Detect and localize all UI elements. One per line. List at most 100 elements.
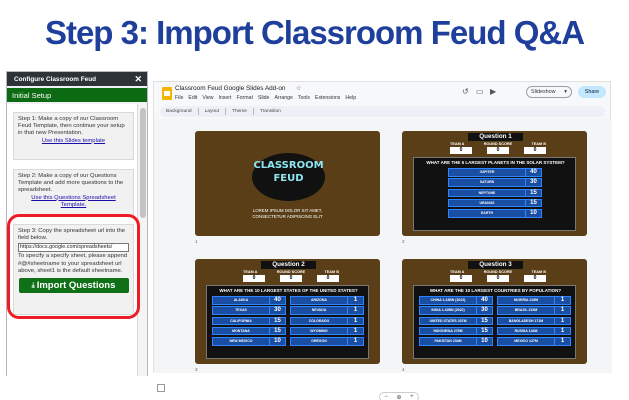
toolbar-layout[interactable]: Layout <box>205 109 219 114</box>
answer-points: 1 <box>554 307 570 314</box>
star-icon[interactable]: ☆ <box>296 85 301 92</box>
menu-arrange[interactable]: Arrange <box>274 95 292 101</box>
zoom-out-button[interactable]: − <box>384 394 388 400</box>
toolbar-background[interactable]: Background <box>166 109 192 114</box>
answer-points: 10 <box>476 338 492 345</box>
slide-thumbnail[interactable]: Question 3 TEAM A ROUND SCORE TEAM B 0 0… <box>402 259 587 364</box>
answer-text: BRAZIL 215M <box>514 308 538 313</box>
document-title[interactable]: Classroom Feud Google Slides Add-on <box>175 85 285 92</box>
toolbar-divider <box>252 108 254 115</box>
answer-points: 40 <box>525 169 541 176</box>
answer-text: INDIA 1.42BN (2022) <box>431 308 465 313</box>
question-banner: Question 2 <box>261 261 316 269</box>
answer-text: TEXAS <box>235 308 247 313</box>
history-icon[interactable]: ↺ <box>462 87 469 96</box>
spreadsheet-url-input[interactable]: https://docs.google.com/spreadsheets/ <box>18 243 129 253</box>
menu-extensions[interactable]: Extensions <box>315 95 340 101</box>
menu-insert[interactable]: Insert <box>218 95 231 101</box>
answer-text: INDONESIA 275M <box>433 328 463 333</box>
answer-row: EARTH 10 <box>448 209 542 218</box>
step3-card: Step 3: Copy the spreadsheet url into th… <box>13 224 134 315</box>
answer-points: 15 <box>525 199 541 207</box>
share-label: Share <box>584 89 600 95</box>
camera-icon[interactable]: ▶ <box>490 87 496 96</box>
team-labels: TEAM A ROUND SCORE TEAM B <box>243 270 339 274</box>
answer-points: 15 <box>476 317 492 325</box>
answer-text: EARTH <box>480 211 494 216</box>
answer-points: 40 <box>269 297 285 304</box>
sidebar-header: Configure Classroom Feud ✕ <box>7 72 147 86</box>
zoom-in-button[interactable]: + <box>410 394 414 400</box>
round-score-label: ROUND SCORE <box>483 270 513 274</box>
answer-points: 1 <box>347 297 363 304</box>
answer-text: JUPITER <box>479 170 495 174</box>
answer-text: BANGLADESH 171M <box>508 318 544 323</box>
sidebar-scrollbar[interactable] <box>137 104 147 376</box>
close-icon[interactable]: ✕ <box>134 74 142 84</box>
menu-format[interactable]: Format <box>236 95 252 101</box>
team-a-label: TEAM A <box>450 270 465 274</box>
zoom-icon: ⊕ <box>396 394 402 400</box>
answer-points: 1 <box>347 317 363 325</box>
answer-row: UNITED STATES 337M 15 <box>419 316 493 326</box>
title-line: CLASSROOM <box>253 160 324 171</box>
slide-number: 3 <box>195 367 198 372</box>
menu-edit[interactable]: Edit <box>188 95 197 101</box>
round-score-label: ROUND SCORE <box>276 270 306 274</box>
answer-text: SATURN <box>479 180 495 185</box>
menu-view[interactable]: View <box>202 95 213 101</box>
menu-slide[interactable]: Slide <box>258 95 270 101</box>
answer-row: OREGON 1 <box>290 337 364 346</box>
slides-logo-icon <box>162 87 172 100</box>
slide-thumbnail[interactable]: Question 1 TEAM A ROUND SCORE TEAM B 0 0… <box>402 131 587 236</box>
grid-view-icon[interactable] <box>157 384 165 392</box>
initial-setup-bar: Initial Setup <box>7 88 147 102</box>
question-board: WHAT ARE THE 5 LARGEST PLANETS IN THE SO… <box>413 157 576 231</box>
answer-column: ALASKA 40 TEXAS 30 CALIFORNIA 15 MONTANA 15 NEW … <box>212 296 286 347</box>
answer-row: CALIFORNIA 15 <box>212 316 286 326</box>
scrollbar-thumb[interactable] <box>140 108 146 218</box>
answer-row: JUPITER 40 <box>448 168 542 177</box>
question-banner: Question 1 <box>468 133 523 141</box>
step3-text: Step 3: Copy the spreadsheet url into th… <box>18 228 126 242</box>
menu-tools[interactable]: Tools <box>298 95 310 101</box>
title-line: FEUD <box>273 173 304 184</box>
step2-card: Step 2: Make a copy of our Questions Tem… <box>13 169 134 217</box>
import-questions-button[interactable]: ⤓ Import Questions <box>18 278 129 294</box>
answer-points: 10 <box>525 210 541 217</box>
slides-template-link[interactable]: Use this Slides template <box>18 138 129 145</box>
answer-text: URANUS <box>479 200 495 205</box>
score-boxes: 0 0 0 <box>450 147 546 154</box>
answer-text: PAKISTAN 234M <box>434 339 462 344</box>
answer-text: ARIZONA <box>311 298 327 302</box>
team-b-label: TEAM B <box>531 142 546 146</box>
answer-text: NIGERIA 216M <box>513 298 539 302</box>
answer-column: JUPITER 40 SATURN 30 NEPTUNE 15 URANUS 15 EARTH 1… <box>448 168 542 219</box>
comment-icon[interactable]: ▭ <box>476 87 484 96</box>
slide-thumbnail[interactable]: CLASSROOM FEUD LOREM IPSUM DOLOR SIT AME… <box>195 131 380 236</box>
round-score-label: ROUND SCORE <box>483 142 513 146</box>
team-labels: TEAM A ROUND SCORE TEAM B <box>450 142 546 146</box>
slide-thumbnail[interactable]: Question 2 TEAM A ROUND SCORE TEAM B 0 0… <box>195 259 380 364</box>
zoom-control: − ⊕ + <box>379 392 419 400</box>
question-board: WHAT ARE THE 10 LARGEST COUNTRIES BY POP… <box>413 285 576 359</box>
score-box: 0 <box>243 275 265 282</box>
menu-file[interactable]: File <box>175 95 183 101</box>
answer-points: 15 <box>269 327 285 335</box>
answer-row: CHINA 1.43BN (2022) 40 <box>419 296 493 305</box>
answer-row: INDIA 1.42BN (2022) 30 <box>419 306 493 315</box>
share-button[interactable]: Share <box>578 86 606 98</box>
slideshow-button[interactable]: Slideshow ▾ <box>526 86 572 98</box>
toolbar-transition[interactable]: Transition <box>260 109 281 114</box>
toolbar-divider <box>225 108 227 115</box>
score-boxes: 0 0 0 <box>243 275 339 282</box>
answer-points: 1 <box>554 338 570 345</box>
toolbar-theme[interactable]: Theme <box>232 109 247 114</box>
import-questions-label: Import Questions <box>36 279 116 291</box>
answer-text: MEXICO 127M <box>514 339 538 344</box>
menu-help[interactable]: Help <box>345 95 356 101</box>
download-icon: ⤓ <box>31 281 35 289</box>
questions-template-link[interactable]: Use this Questions Spreadsheet Template. <box>18 195 129 209</box>
answer-points: 15 <box>525 189 541 197</box>
answer-points: 30 <box>525 179 541 186</box>
